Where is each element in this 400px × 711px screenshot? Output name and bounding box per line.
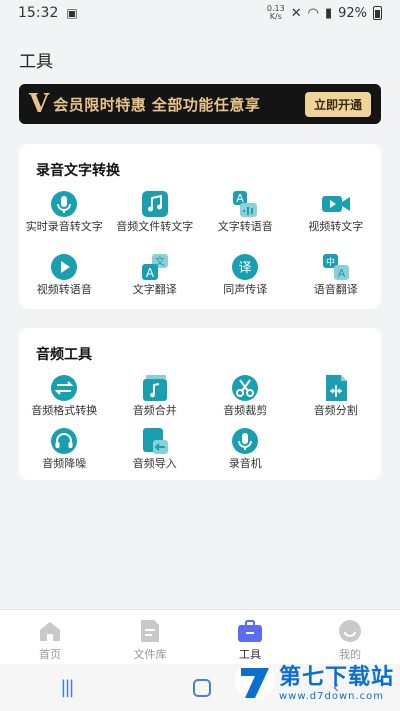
tool-label: 文字转语音 <box>217 220 273 233</box>
section-audio-tools: 音频工具 音频格式转换 音频合并 音频裁剪 音频分割 音频降噪 音频导入 录音机 <box>19 328 381 480</box>
tool-label: 音频合并 <box>132 404 177 417</box>
svg-text:A: A <box>337 267 345 280</box>
split-icon <box>321 374 351 402</box>
battery-text: 92% <box>338 5 367 21</box>
translate-text-icon: 文A <box>140 253 170 281</box>
status-time: 15:32 <box>18 5 59 21</box>
tool-audio-crop[interactable]: 音频裁剪 <box>200 372 291 425</box>
wifi-icon: ◠ <box>307 5 319 21</box>
profile-icon <box>339 620 361 642</box>
tool-simultaneous-interpretation[interactable]: 译 同声传译 <box>200 251 291 314</box>
section-title: 录音文字转换 <box>36 163 120 179</box>
text-to-speech-icon: A <box>230 190 260 218</box>
net-speed: 0.13 K/s <box>266 4 285 21</box>
home-button-icon[interactable] <box>193 678 212 697</box>
nav-file-library[interactable]: 文件库 <box>100 610 200 664</box>
tool-audio-denoise[interactable]: 音频降噪 <box>19 425 110 478</box>
home-icon <box>40 622 60 641</box>
svg-text:A: A <box>146 266 155 280</box>
screenshot-icon: ▣ <box>66 6 78 20</box>
tool-audio-file-to-text[interactable]: 音频文件转文字 <box>110 188 201 251</box>
vip-logo-icon: V <box>29 89 50 119</box>
voice-translate-icon: 中A <box>321 253 351 281</box>
recorder-icon <box>230 427 260 455</box>
music-note-icon <box>140 190 170 218</box>
tool-recorder[interactable]: 录音机 <box>200 425 291 478</box>
tool-video-to-text[interactable]: 视频转文字 <box>291 188 382 251</box>
bottom-nav: 首页 文件库 工具 我的 <box>0 609 400 664</box>
tool-label: 音频格式转换 <box>31 404 98 417</box>
headphones-icon <box>49 427 79 455</box>
play-icon <box>49 253 79 281</box>
video-camera-icon <box>321 190 351 218</box>
tool-text-translate[interactable]: 文A 文字翻译 <box>110 251 201 314</box>
file-library-icon <box>141 620 159 642</box>
svg-text:中: 中 <box>326 256 335 268</box>
tool-voice-translate[interactable]: 中A 语音翻译 <box>291 251 382 314</box>
tool-realtime-record-to-text[interactable]: 实时录音转文字 <box>19 188 110 251</box>
tool-label: 音频分割 <box>313 404 358 417</box>
tool-label: 录音机 <box>228 457 262 470</box>
nav-label: 首页 <box>39 648 61 661</box>
tool-label: 视频转文字 <box>308 220 364 233</box>
recent-apps-icon[interactable]: ||| <box>60 677 74 698</box>
scissors-icon <box>230 374 260 402</box>
watermark-logo-icon <box>234 660 275 700</box>
toolbox-icon <box>238 620 262 642</box>
import-icon <box>140 427 170 455</box>
open-vip-button[interactable]: 立即开通 <box>304 91 371 117</box>
page-title: 工具 <box>19 52 53 72</box>
battery-icon <box>373 6 382 20</box>
signal-icon: ▮ <box>324 5 333 21</box>
nav-profile[interactable]: 我的 <box>300 610 400 664</box>
section-title: 音频工具 <box>36 347 92 363</box>
microphone-icon <box>49 190 79 218</box>
merge-icon <box>140 374 170 402</box>
tool-audio-merge[interactable]: 音频合并 <box>110 372 201 425</box>
watermark-title: 第七下载站 <box>278 664 394 690</box>
tool-label: 视频转语音 <box>36 283 92 296</box>
svg-text:译: 译 <box>239 261 252 276</box>
tool-label: 同声传译 <box>223 283 268 296</box>
interpret-icon: 译 <box>230 253 260 281</box>
tool-audio-split[interactable]: 音频分割 <box>291 372 382 425</box>
tool-video-to-speech[interactable]: 视频转语音 <box>19 251 110 314</box>
vip-banner[interactable]: V 会员限时特惠 全部功能任意享 立即开通 <box>19 84 381 124</box>
status-bar: 15:32 ▣ 0.13 K/s ✕ ◠ ▮ 92% <box>0 0 400 26</box>
tool-label: 音频文件转文字 <box>116 220 194 233</box>
format-convert-icon <box>49 374 79 402</box>
nav-label: 文件库 <box>133 648 167 661</box>
watermark-url: www.d7down.com <box>278 690 385 702</box>
tool-audio-format-convert[interactable]: 音频格式转换 <box>19 372 110 425</box>
mute-icon: ✕ <box>290 5 302 21</box>
watermark: 第七下载站 www.d7down.com <box>233 658 394 702</box>
section-transcription: 录音文字转换 实时录音转文字 音频文件转文字 A 文字转语音 视频转文字 视频转… <box>19 144 381 309</box>
vip-promo-text: 会员限时特惠 全部功能任意享 <box>53 95 261 114</box>
nav-tools[interactable]: 工具 <box>200 610 300 664</box>
tool-label: 实时录音转文字 <box>25 220 103 233</box>
tool-text-to-speech[interactable]: A 文字转语音 <box>200 188 291 251</box>
tool-label: 文字翻译 <box>132 283 177 296</box>
tool-label: 音频裁剪 <box>223 404 268 417</box>
tool-label: 语音翻译 <box>313 283 358 296</box>
tool-label: 音频降噪 <box>42 457 87 470</box>
tool-audio-import[interactable]: 音频导入 <box>110 425 201 478</box>
nav-home[interactable]: 首页 <box>0 610 100 664</box>
tool-label: 音频导入 <box>132 457 177 470</box>
